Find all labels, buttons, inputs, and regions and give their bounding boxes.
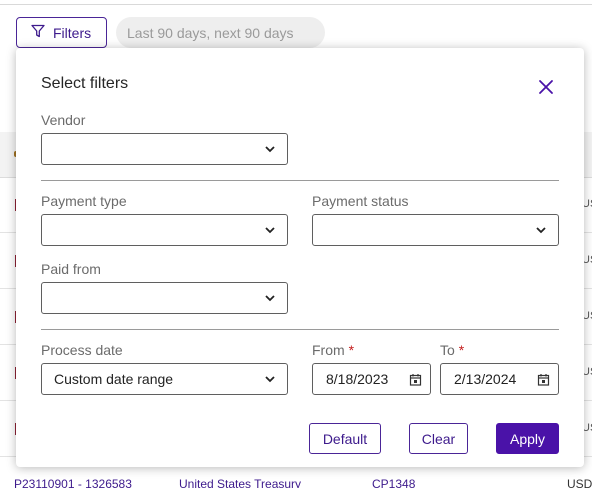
vendor-label: Vendor: [41, 112, 86, 128]
to-date-value: 2/13/2024: [454, 371, 517, 387]
to-date-label: To *: [440, 342, 464, 358]
calendar-icon[interactable]: [409, 373, 422, 386]
chevron-down-icon: [265, 376, 275, 383]
from-date-label-text: From: [312, 342, 345, 358]
date-range-chip[interactable]: Last 90 days, next 90 days: [116, 17, 325, 48]
filters-button[interactable]: Filters: [16, 17, 107, 48]
process-date-select-value: Custom date range: [54, 371, 174, 387]
dialog-title: Select filters: [41, 75, 129, 92]
section-divider: [41, 180, 559, 181]
paid-from-select[interactable]: [41, 282, 288, 314]
from-date-value: 8/18/2023: [326, 371, 389, 387]
close-button[interactable]: [535, 76, 557, 98]
filters-button-label: Filters: [53, 24, 92, 41]
filters-dialog: Select filters Vendor Payment type Payme…: [16, 48, 584, 467]
calendar-icon[interactable]: [537, 373, 550, 386]
chevron-down-icon: [265, 146, 275, 153]
payment-type-label: Payment type: [41, 193, 127, 209]
to-date-label-text: To: [440, 342, 455, 358]
apply-button[interactable]: Apply: [496, 423, 559, 454]
filter-icon: [31, 24, 45, 41]
table-row-currency: USD: [567, 477, 592, 488]
paid-from-label: Paid from: [41, 261, 101, 277]
clear-button[interactable]: Clear: [409, 423, 468, 454]
date-range-chip-label: Last 90 days, next 90 days: [127, 24, 294, 41]
payment-status-label: Payment status: [312, 193, 409, 209]
default-button[interactable]: Default: [309, 423, 381, 454]
chevron-down-icon: [265, 295, 275, 302]
from-date-label: From *: [312, 342, 354, 358]
from-date-input[interactable]: 8/18/2023: [312, 363, 431, 395]
chevron-down-icon: [265, 227, 275, 234]
section-divider: [41, 329, 559, 330]
top-divider: [0, 4, 592, 5]
payment-status-select[interactable]: [312, 214, 559, 246]
vendor-select[interactable]: [41, 133, 288, 165]
close-icon: [535, 80, 557, 102]
chevron-down-icon: [536, 227, 546, 234]
payment-type-select[interactable]: [41, 214, 288, 246]
table-row-code[interactable]: CP1348: [372, 477, 415, 488]
process-date-label: Process date: [41, 342, 123, 358]
table-row-payment-id[interactable]: P23110901 - 1326583: [14, 477, 132, 488]
required-marker: *: [458, 342, 465, 358]
process-date-select[interactable]: Custom date range: [41, 363, 288, 395]
to-date-input[interactable]: 2/13/2024: [440, 363, 559, 395]
table-row-vendor[interactable]: United States Treasury: [179, 477, 301, 488]
required-marker: *: [348, 342, 355, 358]
